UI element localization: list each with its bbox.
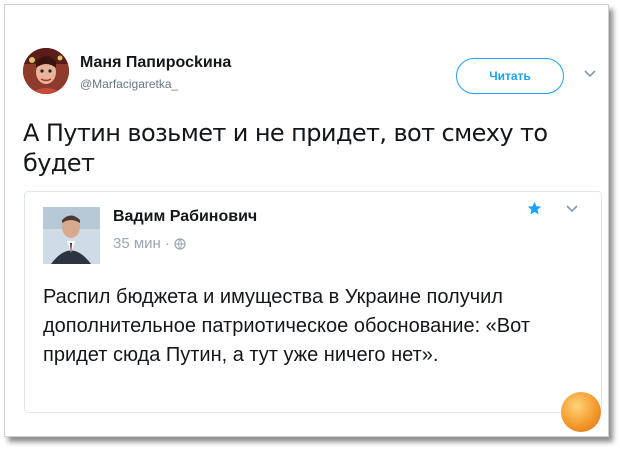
avatar-image — [23, 48, 69, 94]
quoted-author-avatar[interactable] — [43, 207, 100, 264]
author-name[interactable]: Маня Папиросkина — [80, 54, 231, 72]
globe-icon — [174, 237, 186, 250]
author-avatar[interactable] — [23, 48, 69, 94]
quoted-text: Распил бюджета и имущества в Украине пол… — [43, 286, 530, 366]
quoted-tweet[interactable]: Вадим Рабинович 35 мин · Распил бюджета … — [24, 191, 602, 413]
author-handle[interactable]: @Marfacigaretka_ — [80, 77, 178, 91]
meta-separator: · — [164, 235, 170, 252]
quoted-avatar-image — [43, 207, 100, 264]
quoted-time[interactable]: 35 мин — [113, 235, 161, 252]
follow-button[interactable]: Читать — [456, 58, 564, 94]
watermark-logo — [561, 392, 601, 432]
tweet-text: А Путин возьмет и не придет, вот смеху т… — [23, 119, 548, 177]
star-icon[interactable] — [527, 201, 542, 216]
chevron-down-icon[interactable] — [583, 69, 597, 79]
chevron-down-icon[interactable] — [565, 204, 579, 214]
quoted-author-name[interactable]: Вадим Рабинович — [113, 208, 257, 226]
quoted-meta: 35 мин · — [113, 235, 186, 252]
tweet-card: Маня Папиросkина @Marfacigaretka_ Читать… — [4, 4, 609, 437]
